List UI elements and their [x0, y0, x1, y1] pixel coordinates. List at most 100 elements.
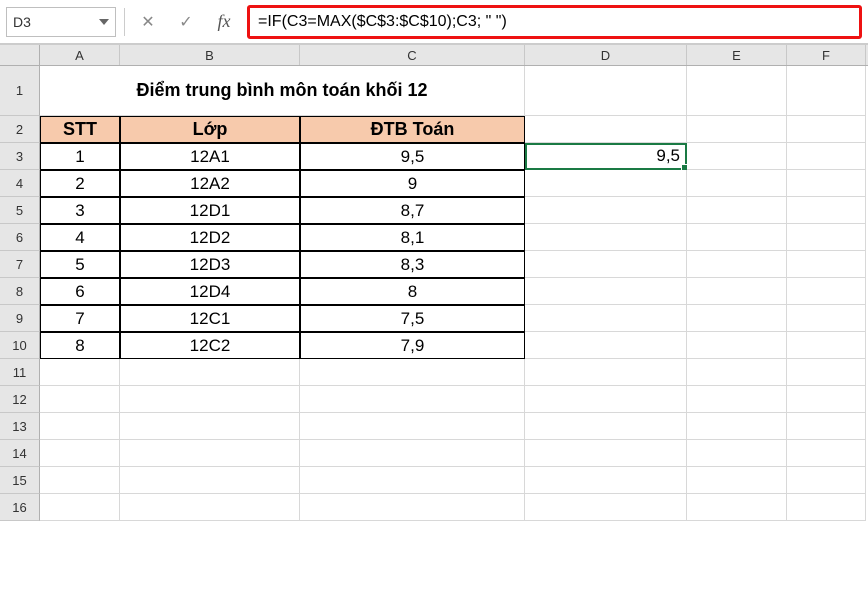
row-header-16[interactable]: 16: [0, 494, 40, 521]
cell[interactable]: [120, 359, 300, 386]
table-cell[interactable]: 12C1: [120, 305, 300, 332]
cell[interactable]: [300, 494, 525, 521]
table-cell[interactable]: 12D2: [120, 224, 300, 251]
row-header-4[interactable]: 4: [0, 170, 40, 197]
cell[interactable]: [687, 251, 787, 278]
dropdown-icon[interactable]: [99, 19, 109, 25]
table-cell[interactable]: 9,5: [300, 143, 525, 170]
cell[interactable]: [525, 278, 687, 305]
cell[interactable]: [787, 440, 866, 467]
cell[interactable]: [687, 494, 787, 521]
cell[interactable]: [687, 332, 787, 359]
cell[interactable]: [787, 494, 866, 521]
cell[interactable]: [687, 386, 787, 413]
name-box[interactable]: D3: [6, 7, 116, 37]
cell[interactable]: [120, 467, 300, 494]
cell[interactable]: [300, 413, 525, 440]
formula-input[interactable]: =IF(C3=MAX($C$3:$C$10);C3; " "): [247, 5, 862, 39]
row-header-7[interactable]: 7: [0, 251, 40, 278]
cell[interactable]: [787, 116, 866, 143]
cell[interactable]: [525, 170, 687, 197]
cell[interactable]: [300, 359, 525, 386]
table-cell[interactable]: 12C2: [120, 332, 300, 359]
cell[interactable]: ▾: [525, 359, 687, 386]
cell[interactable]: [525, 251, 687, 278]
row-header-12[interactable]: 12: [0, 386, 40, 413]
fx-icon[interactable]: fx: [209, 7, 239, 37]
table-cell[interactable]: 8: [40, 332, 120, 359]
row-header-6[interactable]: 6: [0, 224, 40, 251]
table-cell[interactable]: 4: [40, 224, 120, 251]
cell[interactable]: [525, 440, 687, 467]
table-cell[interactable]: 2: [40, 170, 120, 197]
cell[interactable]: [120, 386, 300, 413]
cell[interactable]: [525, 467, 687, 494]
cell[interactable]: [787, 278, 866, 305]
cancel-icon[interactable]: ✕: [133, 7, 163, 37]
cell[interactable]: [40, 440, 120, 467]
cell[interactable]: [300, 440, 525, 467]
cell[interactable]: [687, 413, 787, 440]
cell[interactable]: [687, 278, 787, 305]
cell[interactable]: [787, 413, 866, 440]
cell[interactable]: [40, 386, 120, 413]
cell[interactable]: [300, 467, 525, 494]
cell[interactable]: [787, 386, 866, 413]
table-header-dtb[interactable]: ĐTB Toán: [300, 116, 525, 143]
cell[interactable]: [687, 170, 787, 197]
row-header-3[interactable]: 3: [0, 143, 40, 170]
cell[interactable]: [687, 197, 787, 224]
row-header-5[interactable]: 5: [0, 197, 40, 224]
row-header-15[interactable]: 15: [0, 467, 40, 494]
title-cell[interactable]: Điểm trung bình môn toán khối 12: [40, 66, 525, 116]
cell[interactable]: [687, 143, 787, 170]
col-header-D[interactable]: D: [525, 45, 687, 65]
col-header-F[interactable]: F: [787, 45, 866, 65]
row-header-10[interactable]: 10: [0, 332, 40, 359]
cell[interactable]: [40, 467, 120, 494]
cell[interactable]: [525, 305, 687, 332]
cell[interactable]: [787, 143, 866, 170]
cell[interactable]: [40, 359, 120, 386]
cell[interactable]: [525, 116, 687, 143]
row-header-9[interactable]: 9: [0, 305, 40, 332]
row-header-2[interactable]: 2: [0, 116, 40, 143]
table-cell[interactable]: 8,1: [300, 224, 525, 251]
cell[interactable]: [787, 170, 866, 197]
cell[interactable]: [525, 66, 687, 116]
table-header-lop[interactable]: Lớp: [120, 116, 300, 143]
table-cell[interactable]: 8,3: [300, 251, 525, 278]
col-header-C[interactable]: C: [300, 45, 525, 65]
col-header-E[interactable]: E: [687, 45, 787, 65]
row-header-13[interactable]: 13: [0, 413, 40, 440]
cell[interactable]: [787, 251, 866, 278]
table-cell[interactable]: 9: [300, 170, 525, 197]
table-cell[interactable]: 8: [300, 278, 525, 305]
cell[interactable]: [787, 224, 866, 251]
table-cell[interactable]: 12D4: [120, 278, 300, 305]
cell[interactable]: [687, 359, 787, 386]
table-cell[interactable]: 12D1: [120, 197, 300, 224]
table-cell[interactable]: 1: [40, 143, 120, 170]
cell[interactable]: [787, 66, 866, 116]
col-header-A[interactable]: A: [40, 45, 120, 65]
cell[interactable]: [40, 494, 120, 521]
cell[interactable]: [300, 386, 525, 413]
cell[interactable]: [525, 494, 687, 521]
cell[interactable]: [525, 224, 687, 251]
cell[interactable]: [40, 413, 120, 440]
row-header-8[interactable]: 8: [0, 278, 40, 305]
cell[interactable]: [525, 386, 687, 413]
row-header-11[interactable]: 11: [0, 359, 40, 386]
cell[interactable]: [687, 467, 787, 494]
cell[interactable]: [525, 197, 687, 224]
table-header-stt[interactable]: STT: [40, 116, 120, 143]
table-cell[interactable]: 5: [40, 251, 120, 278]
table-cell[interactable]: 6: [40, 278, 120, 305]
cell[interactable]: [787, 467, 866, 494]
selected-cell-D3[interactable]: 9,5: [525, 143, 687, 170]
table-cell[interactable]: 12A1: [120, 143, 300, 170]
cell[interactable]: [120, 494, 300, 521]
col-header-B[interactable]: B: [120, 45, 300, 65]
cell[interactable]: [787, 332, 866, 359]
